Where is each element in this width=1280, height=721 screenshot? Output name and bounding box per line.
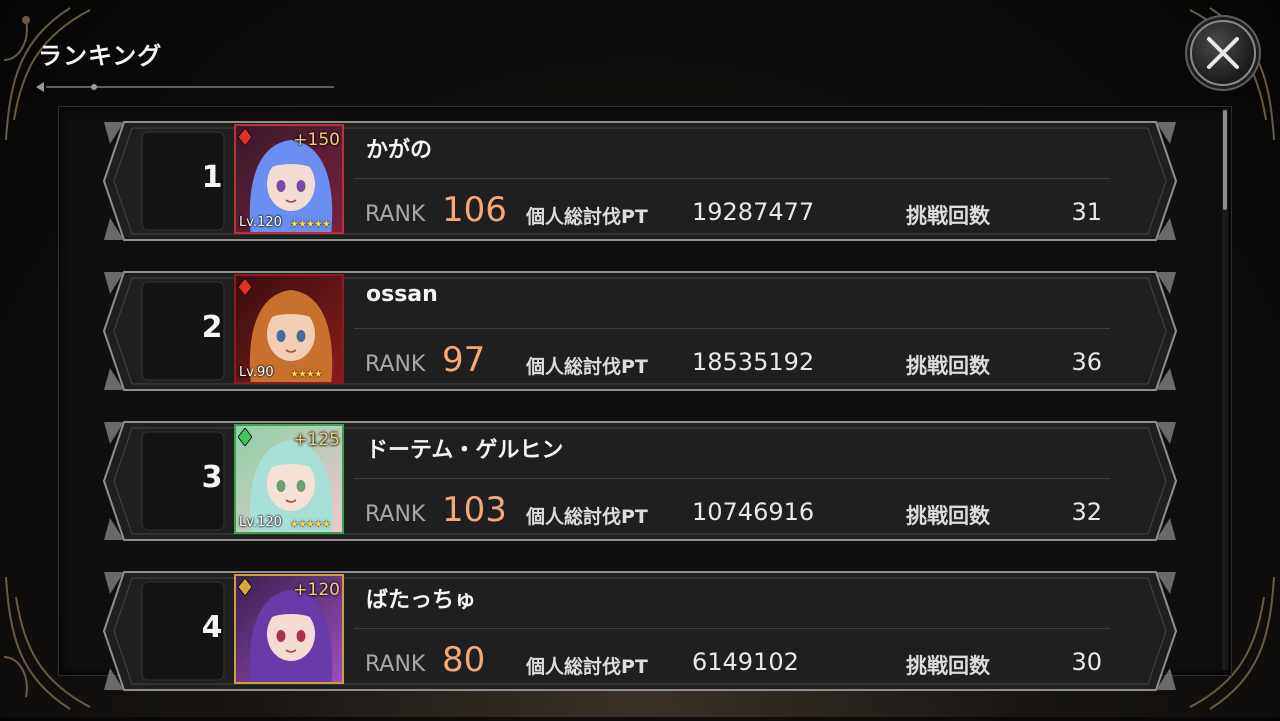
close-icon: [1207, 37, 1239, 69]
ranking-row[interactable]: 3 +125 Lv.120 ★★★★★ ドーテム・ゲルヒン RANK 103 個…: [102, 418, 1178, 544]
points-value: 6149102: [692, 648, 799, 676]
rank-label: RANK: [365, 652, 426, 677]
scrollbar-thumb[interactable]: [1223, 110, 1227, 210]
level-label: Lv.90: [239, 365, 274, 380]
rank-label: RANK: [365, 202, 426, 227]
element-icon: [238, 278, 252, 296]
row-divider: [354, 628, 1110, 629]
rank-value: 80: [442, 640, 486, 680]
element-gem: [238, 278, 252, 296]
rank-label: RANK: [365, 502, 426, 527]
element-icon: [238, 128, 252, 146]
points-label: 個人総討伐PT: [526, 206, 648, 228]
element-icon: [238, 578, 252, 596]
element-icon: [238, 428, 252, 446]
level-label: Lv.120: [239, 215, 282, 230]
row-divider: [354, 178, 1110, 179]
challenges-label: 挑戦回数: [906, 504, 990, 528]
points-label: 個人総討伐PT: [526, 356, 648, 378]
page-title: ランキング: [38, 42, 163, 70]
ranking-row[interactable]: 1 +150 Lv.120 ★★★★★ かがの RANK 106 個人総討伐PT…: [102, 118, 1178, 244]
element-gem: [238, 128, 252, 146]
bonus-value: +150: [293, 130, 340, 150]
leader-avatar[interactable]: +125 Lv.120 ★★★★★: [234, 424, 344, 534]
rank-value: 103: [442, 490, 507, 530]
ranking-row[interactable]: 4 +120 ばたっちゅ RANK 80 個人総討伐PT 6149102 挑戦回…: [102, 568, 1178, 694]
row-divider: [354, 328, 1110, 329]
points-value: 19287477: [692, 198, 815, 226]
points-value: 10746916: [692, 498, 815, 526]
rarity-stars: ★★★★★: [290, 219, 331, 230]
title-underline-ornament: [36, 82, 334, 92]
rarity-stars: ★★★★: [290, 369, 323, 380]
portrait-eye-left: [276, 480, 286, 492]
row-divider: [354, 478, 1110, 479]
rank-label: RANK: [365, 352, 426, 377]
points-value: 18535192: [692, 348, 815, 376]
ranking-row[interactable]: 2 Lv.90 ★★★★ ossan RANK 97 個人総討伐PT 18535…: [102, 268, 1178, 394]
challenges-label: 挑戦回数: [906, 354, 990, 378]
portrait-eye-left: [276, 630, 286, 642]
challenges-label: 挑戦回数: [906, 654, 990, 678]
bonus-value: +125: [293, 430, 340, 450]
element-gem: [238, 578, 252, 596]
level-label: Lv.120: [239, 515, 282, 530]
leader-avatar[interactable]: Lv.90 ★★★★: [234, 274, 344, 384]
challenges-value: 36: [1071, 348, 1102, 376]
element-gem: [238, 428, 252, 446]
player-name: ossan: [366, 282, 438, 307]
challenges-value: 32: [1071, 498, 1102, 526]
leader-avatar[interactable]: +120: [234, 574, 344, 684]
portrait-eye-left: [276, 330, 286, 342]
leader-avatar[interactable]: +150 Lv.120 ★★★★★: [234, 124, 344, 234]
portrait-eye-right: [296, 330, 306, 342]
portrait-eye-left: [276, 180, 286, 192]
rarity-stars: ★★★★★: [290, 519, 331, 530]
challenges-value: 30: [1071, 648, 1102, 676]
rank-value: 97: [442, 340, 486, 380]
player-name: ばたっちゅ: [366, 588, 477, 613]
portrait-eye-right: [296, 180, 306, 192]
portrait-eye-right: [296, 480, 306, 492]
close-button[interactable]: [1190, 20, 1256, 86]
points-label: 個人総討伐PT: [526, 656, 648, 678]
points-label: 個人総討伐PT: [526, 506, 648, 528]
portrait-eye-right: [296, 630, 306, 642]
player-name: ドーテム・ゲルヒン: [366, 438, 564, 463]
rank-value: 106: [442, 190, 507, 230]
bonus-value: +120: [293, 580, 340, 600]
challenges-value: 31: [1071, 198, 1102, 226]
player-name: かがの: [366, 138, 433, 163]
challenges-label: 挑戦回数: [906, 204, 990, 228]
